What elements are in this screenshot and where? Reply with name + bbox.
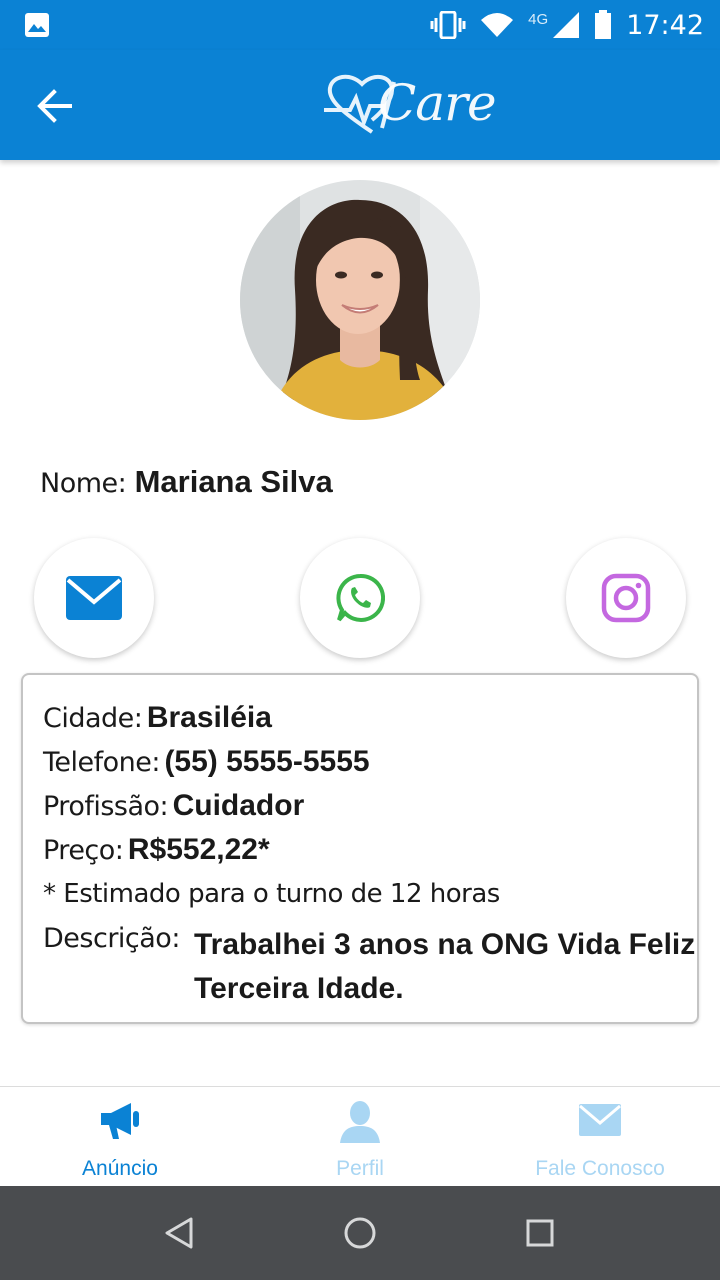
phone-row: Telefone: (55) 5555-5555 <box>43 745 370 779</box>
avatar <box>240 180 480 420</box>
whatsapp-button[interactable] <box>300 538 420 658</box>
description-label: Descrição: <box>43 923 180 954</box>
city-value: Brasiléia <box>146 701 272 734</box>
app-logo-text: Care <box>378 74 497 132</box>
nav-label-fale-conosco: Fale Conosco <box>535 1157 665 1180</box>
description-line-1: Trabalhei 3 anos na ONG Vida Feliz <box>194 928 696 961</box>
profession-value: Cuidador <box>172 789 305 822</box>
description-line-2: Terceira Idade. <box>194 972 404 1005</box>
arrow-left-icon[interactable] <box>32 83 78 129</box>
bottom-nav: Anúncio Perfil Fale Conosco <box>0 1086 720 1186</box>
name-value: Mariana Silva <box>134 464 333 499</box>
recents-square-icon[interactable] <box>517 1210 563 1256</box>
system-nav-bar <box>0 1186 720 1280</box>
nav-item-fale-conosco[interactable]: Fale Conosco <box>480 1087 720 1187</box>
home-circle-icon[interactable] <box>337 1210 383 1256</box>
price-value: R$552,22* <box>127 833 270 866</box>
battery-icon <box>595 10 612 39</box>
signal-icon <box>553 12 580 38</box>
price-row: Preço: R$552,22* <box>43 833 270 867</box>
nav-label-anuncio: Anúncio <box>82 1157 158 1180</box>
instagram-button[interactable] <box>566 538 686 658</box>
details-card: Cidade: Brasiléia Telefone: (55) 5555-55… <box>21 673 699 1024</box>
city-label: Cidade: <box>43 703 143 734</box>
app-bar: Care <box>0 50 720 160</box>
megaphone-icon <box>101 1103 139 1139</box>
whatsapp-icon <box>336 573 385 622</box>
email-icon <box>66 576 122 620</box>
name-label: Nome: <box>40 468 127 499</box>
network-type: 4G <box>528 10 549 28</box>
status-icons: 4G 17:42 <box>430 0 704 50</box>
profession-row: Profissão: Cuidador <box>43 789 304 823</box>
gallery-icon <box>25 13 49 37</box>
name-row: Nome: Mariana Silva <box>40 464 333 500</box>
profession-label: Profissão: <box>43 791 169 822</box>
instagram-icon <box>601 573 651 623</box>
clock: 17:42 <box>626 9 704 41</box>
phone-label: Telefone: <box>43 747 160 778</box>
status-bar: 4G 17:42 <box>0 0 720 50</box>
phone-value: (55) 5555-5555 <box>164 745 370 778</box>
back-triangle-icon[interactable] <box>157 1210 203 1256</box>
email-button[interactable] <box>34 538 154 658</box>
price-note: * Estimado para o turno de 12 horas <box>43 879 500 909</box>
price-label: Preço: <box>43 835 124 866</box>
person-icon <box>340 1101 380 1143</box>
nav-item-anuncio[interactable]: Anúncio <box>0 1087 240 1187</box>
vibrate-icon <box>430 11 466 39</box>
description-row: Descrição: <box>43 923 180 954</box>
city-row: Cidade: Brasiléia <box>43 701 272 735</box>
nav-item-perfil[interactable]: Perfil <box>240 1087 480 1187</box>
wifi-icon <box>481 13 514 37</box>
description-value: Trabalhei 3 anos na ONG Vida Feliz Terce… <box>194 923 714 1011</box>
envelope-icon <box>579 1104 621 1136</box>
nav-label-perfil: Perfil <box>336 1157 384 1180</box>
